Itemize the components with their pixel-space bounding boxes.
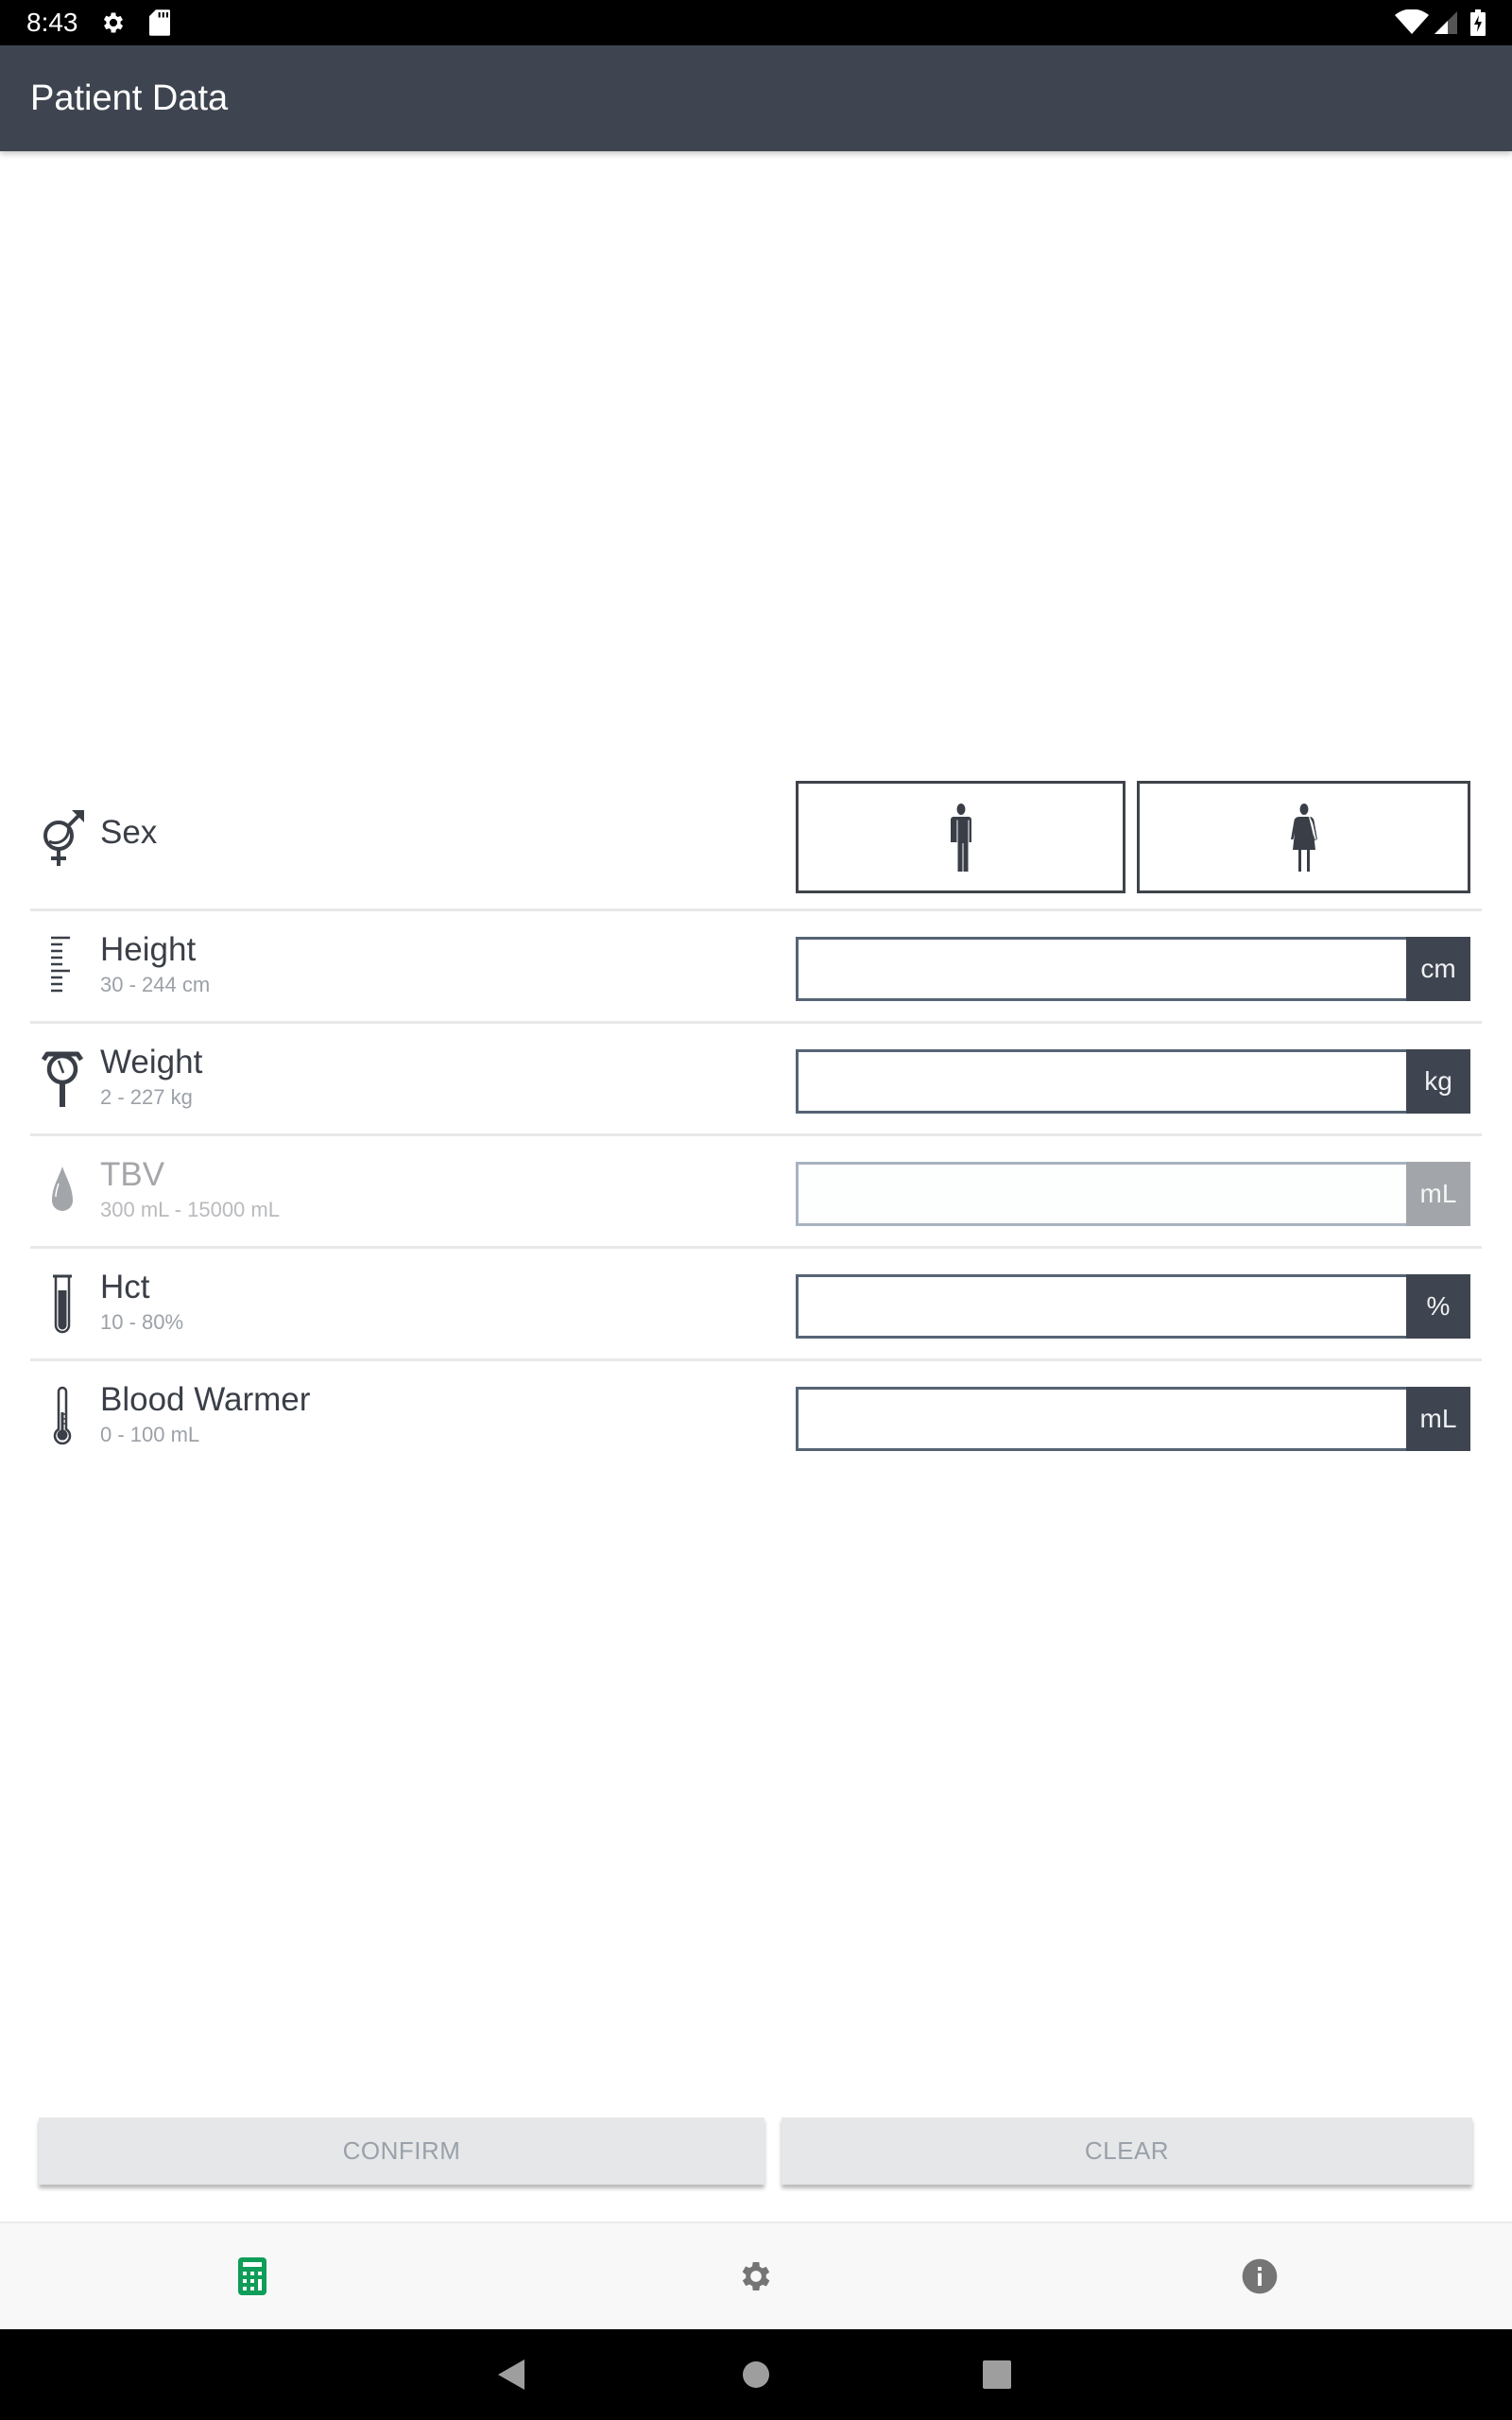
back-triangle-icon <box>498 2360 524 2390</box>
weight-input-group: kg <box>796 1049 1470 1114</box>
tbv-range: 300 mL - 15000 mL <box>100 1198 280 1221</box>
height-input-group: cm <box>796 937 1470 1001</box>
female-figure-icon <box>1290 803 1317 872</box>
sex-text: Sex <box>100 813 157 853</box>
thermometer-icon <box>53 1386 72 1445</box>
hct-label: Hct <box>100 1269 150 1305</box>
scale-icon <box>41 1051 84 1107</box>
tbv-label: TBV <box>100 1156 165 1193</box>
page-title: Patient Data <box>30 78 229 118</box>
status-bar: 8:43 <box>0 0 1512 45</box>
female-button[interactable] <box>1137 781 1470 893</box>
height-range: 30 - 244 cm <box>100 973 211 996</box>
height-unit: cm <box>1406 937 1470 1001</box>
height-row: Height 30 - 244 cm cm <box>30 911 1482 1024</box>
weight-unit: kg <box>1406 1049 1470 1114</box>
blood-warmer-range: 0 - 100 mL <box>100 1423 200 1446</box>
blood-warmer-label: Blood Warmer <box>100 1381 311 1418</box>
sex-row: Sex <box>30 756 1482 911</box>
system-recents-button[interactable] <box>952 2329 1042 2420</box>
info-icon <box>1242 2258 1277 2294</box>
blood-warmer-row: Blood Warmer 0 - 100 mL mL <box>30 1361 1482 1474</box>
height-input[interactable] <box>796 937 1406 1001</box>
patient-form: Sex Height 30 - 244 cm cm Weight 2 - 227… <box>0 756 1512 1474</box>
wifi-icon <box>1395 9 1429 34</box>
height-label: Height <box>100 931 197 968</box>
status-time: 8:43 <box>26 8 78 37</box>
tbv-row: TBV 300 mL - 15000 mL mL <box>30 1136 1482 1249</box>
app-bar: Patient Data <box>0 45 1512 151</box>
blood-warmer-unit: mL <box>1406 1387 1470 1451</box>
cell-signal-icon <box>1435 11 1457 34</box>
weight-range: 2 - 227 kg <box>100 1085 193 1109</box>
blood-drop-icon <box>52 1167 73 1211</box>
height-text: Height 30 - 244 cm <box>100 930 210 998</box>
male-figure-icon <box>950 803 971 872</box>
hct-row: Hct 10 - 80% % <box>30 1249 1482 1361</box>
weight-text: Weight 2 - 227 kg <box>100 1043 202 1111</box>
tbv-input-group: mL <box>796 1162 1470 1226</box>
blood-warmer-text: Blood Warmer 0 - 100 mL <box>100 1380 310 1448</box>
hct-unit: % <box>1406 1274 1470 1339</box>
system-nav-bar <box>0 2329 1512 2420</box>
clear-button[interactable]: CLEAR <box>782 2118 1472 2185</box>
weight-label: Weight <box>100 1044 203 1080</box>
nav-calculator[interactable] <box>0 2223 504 2329</box>
gear-icon <box>103 12 124 33</box>
blood-warmer-input[interactable] <box>796 1387 1406 1451</box>
confirm-button[interactable]: CONFIRM <box>39 2118 765 2185</box>
battery-charging-icon <box>1470 9 1486 36</box>
tbv-unit: mL <box>1406 1162 1470 1226</box>
ruler-icon <box>51 936 70 993</box>
sd-card-icon <box>149 9 170 36</box>
tbv-input <box>796 1162 1406 1226</box>
hct-input[interactable] <box>796 1274 1406 1339</box>
system-back-button[interactable] <box>467 2329 558 2420</box>
test-tube-icon <box>53 1274 72 1334</box>
weight-input[interactable] <box>796 1049 1406 1114</box>
settings-icon <box>742 2262 769 2290</box>
male-button[interactable] <box>796 781 1125 893</box>
nav-info[interactable] <box>1007 2223 1511 2329</box>
hct-range: 10 - 80% <box>100 1310 184 1334</box>
tbv-text: TBV 300 mL - 15000 mL <box>100 1155 280 1223</box>
gender-icon <box>43 810 84 866</box>
system-home-button[interactable] <box>711 2329 801 2420</box>
blood-warmer-input-group: mL <box>796 1387 1470 1451</box>
hct-text: Hct 10 - 80% <box>100 1268 183 1336</box>
home-circle-icon <box>743 2361 769 2388</box>
weight-row: Weight 2 - 227 kg kg <box>30 1024 1482 1136</box>
sex-label: Sex <box>100 814 158 851</box>
recents-square-icon <box>983 2360 1011 2389</box>
hct-input-group: % <box>796 1274 1470 1339</box>
calculator-icon <box>237 2257 266 2295</box>
bottom-nav <box>0 2221 1512 2329</box>
nav-settings[interactable] <box>504 2223 1007 2329</box>
